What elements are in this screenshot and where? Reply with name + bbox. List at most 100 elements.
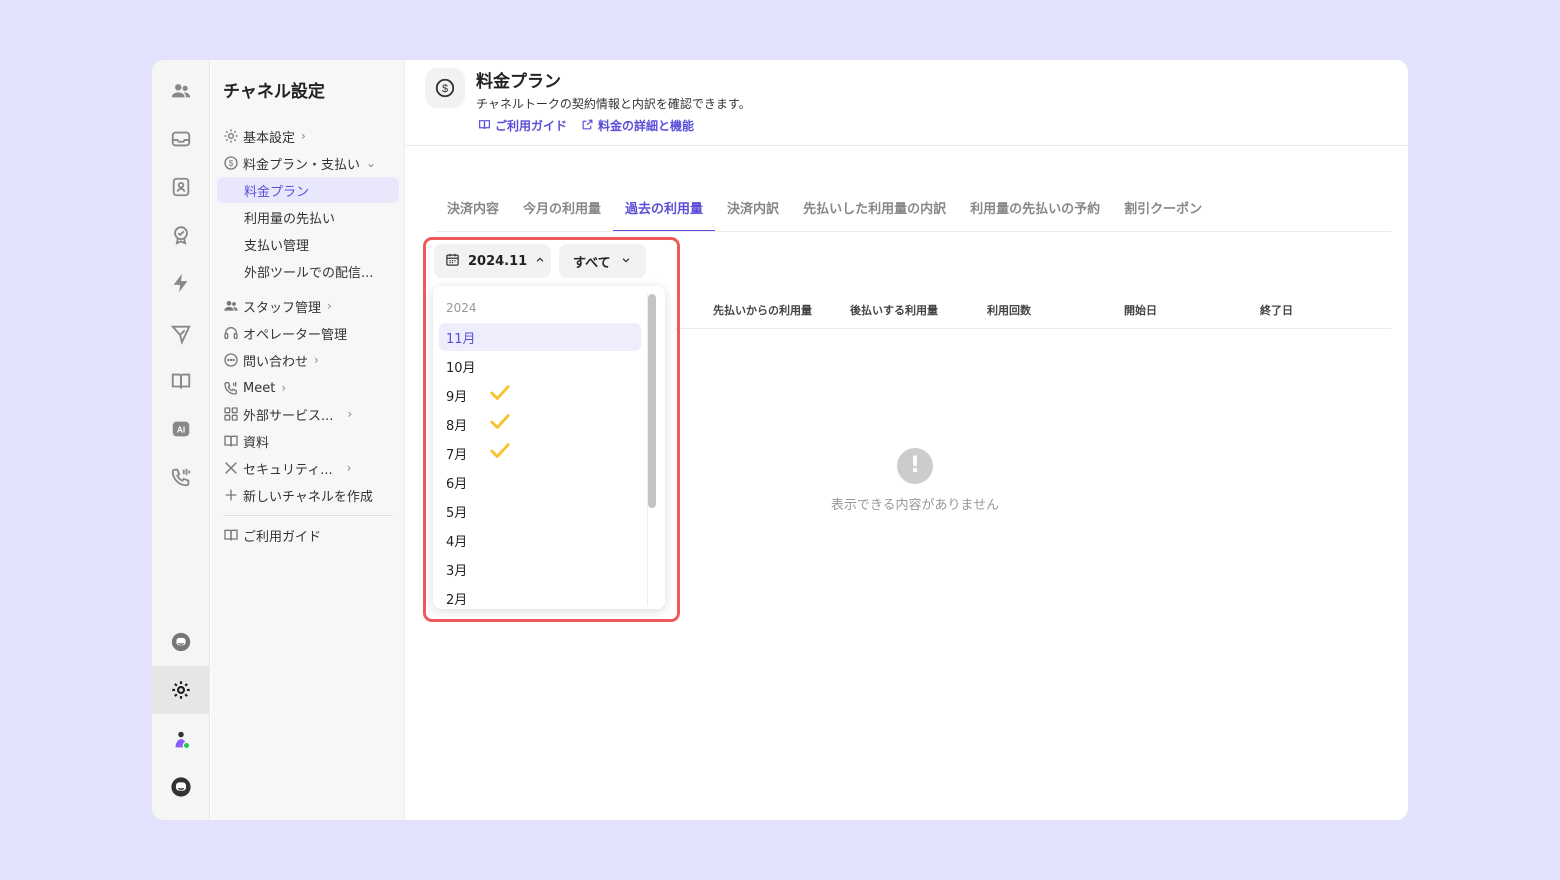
tab-discount-coupon[interactable]: 割引クーポン <box>1112 201 1214 232</box>
icon-rail: AI <box>152 60 210 820</box>
sidebar-item-label: 支払い管理 <box>244 238 310 254</box>
checkmark-icon <box>489 441 511 465</box>
sidebar-item-external-services[interactable]: 外部サービス... › <box>217 401 399 427</box>
sidebar-item-documents[interactable]: 資料 <box>217 428 399 454</box>
status-filter-value: すべて <box>573 255 611 271</box>
month-option[interactable]: 8月 <box>439 410 641 438</box>
sidebar-title: チャネル設定 <box>223 82 325 102</box>
sidebar-item-guide[interactable]: ご利用ガイド <box>217 522 399 548</box>
settings-gear-icon[interactable] <box>152 666 210 714</box>
column-end-date: 終了日 <box>1260 304 1293 317</box>
month-option[interactable]: 3月 <box>439 555 641 583</box>
chevron-right-icon: › <box>281 381 287 395</box>
sidebar-item-operator[interactable]: オペレーター管理 <box>217 320 399 346</box>
sidebar-item-external-delivery[interactable]: 外部ツールでの配信... <box>217 258 399 284</box>
app-window: AI チャネル設定 基本設定 › $ 料金プラン・支払い ⌄ 料金プラン 利用量… <box>152 60 1408 820</box>
dropdown-year-label: 2024 <box>446 301 477 315</box>
sidebar-item-label: ご利用ガイド <box>243 529 322 545</box>
sidebar-item-label: 利用量の先払い <box>244 211 336 227</box>
month-option-label: 10月 <box>446 360 476 376</box>
chevron-right-icon: › <box>301 129 306 143</box>
book-icon <box>217 433 243 449</box>
guide-link[interactable]: ご利用ガイド <box>478 117 567 134</box>
month-option[interactable]: 4月 <box>439 526 641 554</box>
checkmark-icon <box>489 412 511 436</box>
sidebar-item-payment-management[interactable]: 支払い管理 <box>217 231 399 257</box>
send-icon[interactable] <box>152 314 210 354</box>
header-divider <box>405 145 1408 146</box>
month-option[interactable]: 10月 <box>439 352 641 380</box>
sidebar-item-meet[interactable]: Meet › <box>217 375 399 401</box>
pricing-details-link[interactable]: 料金の詳細と機能 <box>581 117 694 134</box>
table-header-divider <box>675 328 1391 329</box>
tab-bar: 決済内容 今月の利用量 過去の利用量 決済内訳 先払いした利用量の内訳 利用量の… <box>435 201 1214 232</box>
chevron-up-icon <box>535 254 545 269</box>
book-icon[interactable] <box>152 361 210 401</box>
sidebar-item-prepay[interactable]: 利用量の先払い <box>217 204 399 230</box>
badge-icon[interactable] <box>152 215 210 255</box>
sidebar-item-security[interactable]: セキュリティ... › <box>217 455 399 481</box>
ai-icon[interactable]: AI <box>152 409 210 449</box>
scrollbar-thumb[interactable] <box>648 294 656 508</box>
month-option-label: 8月 <box>446 418 468 434</box>
sidebar-divider <box>223 515 393 516</box>
month-option[interactable]: 9月 <box>439 381 641 409</box>
month-option-label: 6月 <box>446 476 468 492</box>
month-option[interactable]: 2月 <box>439 584 641 609</box>
month-option-label: 9月 <box>446 389 468 405</box>
month-option[interactable]: 5月 <box>439 497 641 525</box>
chevron-right-icon: › <box>327 299 332 313</box>
sidebar-item-label: 外部サービス... <box>243 408 334 424</box>
checkmark-icon <box>489 383 511 407</box>
tab-this-month-usage[interactable]: 今月の利用量 <box>511 201 613 232</box>
month-option[interactable]: 6月 <box>439 468 641 496</box>
chevron-right-icon: › <box>346 461 352 475</box>
external-link-icon <box>581 118 594 134</box>
gear-icon <box>217 128 243 144</box>
month-option-label: 11月 <box>446 331 476 347</box>
sidebar-item-plan[interactable]: 料金プラン <box>217 177 399 203</box>
tab-payment-breakdown[interactable]: 決済内訳 <box>715 201 791 232</box>
status-filter-dropdown[interactable]: すべて <box>559 244 646 278</box>
month-option-label: 2月 <box>446 592 468 608</box>
plus-icon <box>217 487 243 503</box>
user-avatar-icon[interactable] <box>152 720 210 760</box>
month-option[interactable]: 11月 <box>439 323 641 351</box>
phone-icon[interactable] <box>152 457 210 497</box>
tab-past-usage[interactable]: 過去の利用量 <box>613 201 716 232</box>
sidebar-item-plan-payment[interactable]: $ 料金プラン・支払い ⌄ <box>217 150 399 176</box>
pricing-details-label: 料金の詳細と機能 <box>598 119 695 133</box>
sidebar-item-staff[interactable]: スタッフ管理 › <box>217 293 399 319</box>
svg-text:AI: AI <box>177 426 185 435</box>
svg-text:$: $ <box>442 83 448 95</box>
empty-state: ! 表示できる内容がありません <box>825 448 1005 513</box>
month-dropdown: 2024 11月 10月 9月 8月 7月 6月 5月 4月 3月 2月 <box>433 286 665 609</box>
sidebar-item-inquiry[interactable]: 問い合わせ › <box>217 347 399 373</box>
channel-logo-icon[interactable] <box>152 767 210 807</box>
month-option[interactable]: 7月 <box>439 439 641 467</box>
column-usage-count: 利用回数 <box>987 304 1031 317</box>
month-option-label: 3月 <box>446 563 468 579</box>
book-icon <box>217 527 243 543</box>
inbox-icon[interactable] <box>152 119 210 159</box>
exclamation-icon: ! <box>897 448 933 484</box>
tab-payment-details[interactable]: 決済内容 <box>435 201 511 232</box>
header-links: ご利用ガイド 料金の詳細と機能 <box>478 117 694 134</box>
page-description: チャネルトークの契約情報と内訳を確認できます。 <box>476 97 751 111</box>
chat-bubble-icon <box>217 352 243 368</box>
date-picker-button[interactable]: 2024.11 <box>434 244 551 278</box>
contact-icon[interactable] <box>152 167 210 207</box>
tab-prepay-reservation[interactable]: 利用量の先払いの予約 <box>958 201 1112 232</box>
team-chat-icon[interactable] <box>152 71 210 111</box>
sidebar-item-label: Meet <box>243 380 276 396</box>
tab-prepaid-breakdown[interactable]: 先払いした利用量の内訳 <box>791 201 958 232</box>
dollar-circle-icon: $ <box>217 155 243 171</box>
sidebar-item-label: 資料 <box>243 435 270 451</box>
month-option-label: 7月 <box>446 447 468 463</box>
chevron-right-icon: › <box>347 407 353 421</box>
sidebar-item-basic-settings[interactable]: 基本設定 › <box>217 123 399 149</box>
dropdown-scrollbar[interactable] <box>647 294 656 606</box>
channel-chat-icon[interactable] <box>152 622 210 662</box>
lightning-icon[interactable] <box>152 263 210 303</box>
sidebar-item-create-channel[interactable]: 新しいチャネルを作成 <box>217 482 399 508</box>
